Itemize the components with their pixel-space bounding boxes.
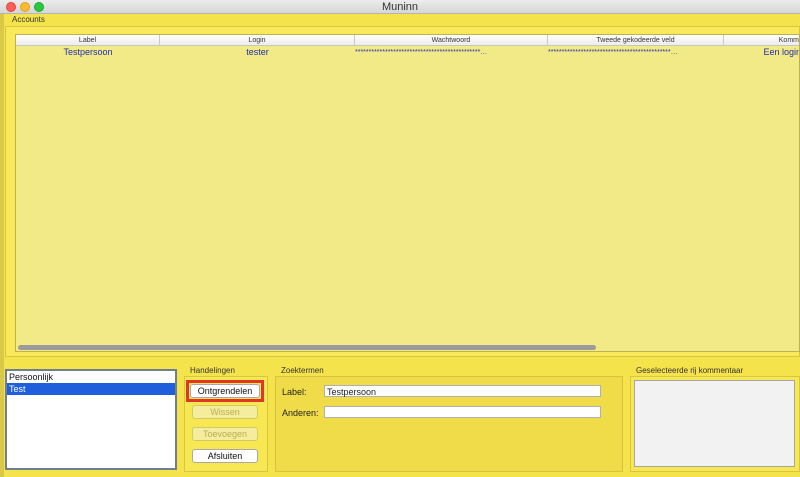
column-header-second-field[interactable]: Tweede gekodeerde veld xyxy=(548,35,724,46)
cell-second-field: ****************************************… xyxy=(548,49,678,56)
window-title: Muninn xyxy=(381,1,419,13)
label-search-input[interactable]: Testpersoon xyxy=(324,385,601,397)
maximize-window-button[interactable] xyxy=(34,2,44,12)
others-caption: Anderen: xyxy=(282,408,319,418)
comment-panel-title: Geselecteerde rij kommentaar xyxy=(636,366,744,375)
accounts-table[interactable]: Label Login Wachtwoord Tweede gekodeerde… xyxy=(15,34,800,352)
unlock-button[interactable]: Ontgrendelen xyxy=(190,384,260,398)
table-row[interactable]: Testpersoon tester *********************… xyxy=(16,47,800,58)
cell-login: tester xyxy=(246,47,269,57)
others-search-input[interactable] xyxy=(324,406,601,418)
minimize-window-button[interactable] xyxy=(20,2,30,12)
list-item-selected[interactable]: Test xyxy=(7,383,175,395)
left-edge-strip xyxy=(0,14,4,477)
close-window-button[interactable] xyxy=(6,2,16,12)
label-caption: Label: xyxy=(282,387,307,397)
accounts-panel-title: Accounts xyxy=(12,15,45,24)
zoektermen-title: Zoektermen xyxy=(281,366,324,375)
table-header: Label Login Wachtwoord Tweede gekodeerde… xyxy=(16,35,799,46)
add-button[interactable]: Toevoegen xyxy=(192,427,258,441)
close-button[interactable]: Afsluiten xyxy=(192,449,258,463)
comment-textarea[interactable] xyxy=(634,380,795,467)
category-list[interactable]: Persoonlijk Test xyxy=(5,369,177,470)
horizontal-scrollbar[interactable] xyxy=(18,345,596,350)
handelingen-title: Handelingen xyxy=(190,366,235,375)
column-header-label[interactable]: Label xyxy=(16,35,160,46)
cell-comment: Een login xyxy=(763,47,800,57)
column-header-comment[interactable]: Komm xyxy=(724,35,799,46)
column-header-password[interactable]: Wachtwoord xyxy=(355,35,548,46)
list-item[interactable]: Persoonlijk xyxy=(7,371,175,383)
delete-button[interactable]: Wissen xyxy=(192,405,258,419)
column-header-login[interactable]: Login xyxy=(160,35,355,46)
title-bar: Muninn xyxy=(0,0,800,14)
cell-password: ****************************************… xyxy=(355,49,488,56)
cell-label: Testpersoon xyxy=(63,47,113,57)
